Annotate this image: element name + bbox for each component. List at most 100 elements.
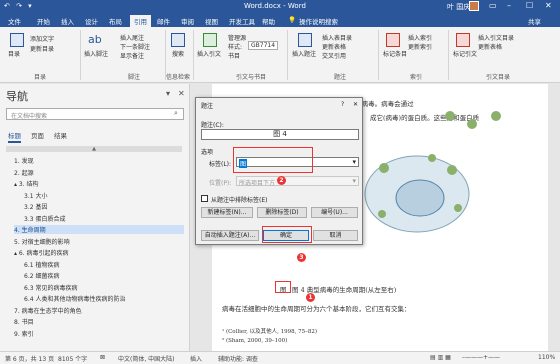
avatar[interactable] (469, 1, 479, 11)
cancel-button[interactable]: 取消 (313, 230, 358, 241)
tell-me-search[interactable]: 操作说明搜索 (299, 16, 338, 26)
position-select[interactable]: 所选项目下方 ▾ (236, 176, 359, 187)
quick-access-toolbar[interactable]: ↶ ↷ ▾ (4, 2, 34, 10)
numbering-button[interactable]: 编号(U)... (311, 207, 358, 218)
tab-file[interactable]: 文件 (8, 16, 21, 26)
insert-citation-icon[interactable] (203, 33, 217, 47)
autocaption-button[interactable]: 自动插入题注(A)... (201, 230, 259, 241)
nav-heading-item[interactable]: 6.1 植物疾病 (24, 260, 59, 269)
bibliography-button[interactable]: 书目 (228, 51, 240, 60)
tab-design[interactable]: 设计 (85, 16, 98, 26)
update-toc-button[interactable]: 更新目录 (30, 44, 54, 53)
add-text-button[interactable]: 添加文字 (30, 34, 54, 43)
next-footnote-button[interactable]: 下一条脚注 (120, 42, 150, 51)
nav-search-input[interactable]: 在文档中搜索 (6, 108, 184, 120)
mark-citation-icon[interactable] (456, 33, 470, 47)
zoom-level[interactable]: 110% (538, 354, 555, 361)
nav-heading-item[interactable]: 5. 对宿主细胞的影响 (14, 237, 70, 246)
toc-icon[interactable] (10, 33, 24, 47)
nav-heading-item[interactable]: 6.4 人类和其他动物病毒性疾病的防治 (24, 294, 125, 303)
new-label-button[interactable]: 新建标签(N)... (201, 207, 253, 218)
user-name[interactable]: 叶 国庆 (447, 2, 470, 12)
minimize-button[interactable]: – (507, 1, 511, 10)
tab-layout[interactable]: 布局 (109, 16, 122, 26)
group-label-captions: 题注 (334, 74, 347, 81)
nav-heading-item[interactable]: 2. 起源 (14, 168, 34, 177)
nav-tab-results[interactable]: 结果 (54, 130, 67, 140)
manage-sources-button[interactable]: 管理源 (228, 33, 246, 42)
nav-scroll-up[interactable]: ▲ (6, 146, 182, 152)
research-button[interactable]: 搜索 (172, 49, 184, 58)
nav-heading-item[interactable]: 6.3 常见的病毒疾病 (24, 283, 77, 292)
caption-input[interactable]: 图 4 (201, 129, 359, 140)
nav-heading-item[interactable]: 6.2 细菌疾病 (24, 271, 59, 280)
cross-reference-button[interactable]: 交叉引用 (322, 51, 346, 60)
annotation-box (233, 147, 313, 173)
insert-table-of-figures-button[interactable]: 插入表目录 (322, 33, 352, 42)
language[interactable]: 中文(简体, 中国大陆) (118, 354, 175, 363)
tab-view[interactable]: 视图 (205, 16, 218, 26)
page-count[interactable]: 第 6 页，共 13 页 (5, 354, 54, 363)
tab-help[interactable]: 帮助 (262, 16, 275, 26)
update-index-button[interactable]: 更新索引 (408, 42, 432, 51)
help-icon[interactable]: ? (341, 101, 344, 108)
show-notes-button[interactable]: 显示备注 (120, 51, 144, 60)
nav-heading-item[interactable]: 3.2 基因 (24, 202, 47, 211)
insert-caption-icon[interactable] (298, 33, 312, 47)
ribbon-display-icon[interactable]: ▭ (489, 1, 497, 10)
nav-heading-item[interactable]: ▴ 6. 病毒引起的疾病 (14, 248, 69, 257)
close-button[interactable]: ✕ (545, 1, 552, 10)
insert-index-button[interactable]: 插入索引 (408, 33, 432, 42)
tab-developer[interactable]: 开发工具 (229, 16, 255, 26)
style-select[interactable]: GB7714 (248, 41, 279, 50)
nav-heading-item[interactable]: 9. 索引 (14, 329, 34, 338)
zoom-slider[interactable]: –———+—— (462, 354, 500, 361)
nav-heading-item[interactable]: 7. 病毒在生态学中的角色 (14, 306, 82, 315)
toc-button[interactable]: 目录 (8, 49, 20, 58)
exclude-label-checkbox[interactable] (201, 195, 208, 202)
search-icon[interactable]: ⌕ (174, 109, 178, 118)
mark-entry-icon[interactable] (386, 33, 400, 47)
mark-citation-button[interactable]: 标记引文 (453, 49, 477, 58)
tab-mailings[interactable]: 邮件 (157, 16, 170, 26)
share-button[interactable]: 共享 (528, 16, 541, 26)
insert-toa-button[interactable]: 插入引文目录 (478, 33, 514, 42)
maximize-button[interactable]: ☐ (526, 1, 533, 10)
update-toa-button[interactable]: 更新表格 (478, 42, 502, 51)
tab-references[interactable]: 引用 (130, 15, 151, 27)
word-count[interactable]: 8105 个字 (58, 354, 87, 363)
insert-footnote-button[interactable]: 插入脚注 (84, 49, 108, 58)
title-bar: ↶ ↷ ▾ Word.docx - Word 叶 国庆 ▭ – ☐ ✕ (0, 0, 560, 13)
insert-mode[interactable]: 插入 (190, 354, 202, 363)
nav-heading-item[interactable]: 3.3 蛋白质合成 (24, 214, 65, 223)
nav-heading-item[interactable]: ▴ 3. 结构 (14, 179, 39, 188)
nav-heading-item[interactable]: 1. 发现 (14, 156, 34, 165)
search-icon[interactable] (171, 33, 185, 47)
nav-heading-item[interactable]: 3.1 大小 (24, 191, 47, 200)
tab-home[interactable]: 开始 (37, 16, 50, 26)
nav-heading-item[interactable]: 4. 生命周期 (14, 225, 184, 234)
nav-tab-headings[interactable]: 标题 (8, 130, 21, 143)
tab-insert[interactable]: 插入 (61, 16, 74, 26)
close-icon[interactable]: ✕ (353, 101, 358, 108)
proofing-icon[interactable]: ⊠ (100, 354, 105, 361)
group-label-citations: 引文与书目 (236, 74, 267, 81)
chevron-down-icon[interactable]: ▾ (166, 89, 170, 98)
footnote-icon[interactable]: ab (88, 33, 102, 46)
nav-heading-item[interactable]: 8. 书目 (14, 317, 34, 326)
position-field-label: 位置(P): (209, 180, 232, 187)
insert-caption-button[interactable]: 插入题注 (292, 49, 316, 58)
delete-label-button[interactable]: 删除标签(D) (257, 207, 307, 218)
tab-review[interactable]: 审阅 (181, 16, 194, 26)
virus-lifecycle-figure[interactable] (362, 148, 472, 234)
insert-endnote-button[interactable]: 插入尾注 (120, 33, 144, 42)
mark-entry-button[interactable]: 标记条目 (383, 49, 407, 58)
step-marker: 1 (306, 293, 315, 302)
close-icon[interactable]: ✕ (178, 89, 185, 98)
insert-citation-button[interactable]: 插入引文 (197, 49, 221, 58)
view-buttons[interactable]: ▤ ▥ ▦ (430, 354, 451, 361)
update-table-button[interactable]: 更新表格 (322, 42, 346, 51)
nav-tab-pages[interactable]: 页面 (31, 130, 44, 140)
exclude-label-text: 从题注中排除标签(E) (211, 197, 268, 204)
accessibility-status[interactable]: 辅助功能: 调查 (218, 354, 258, 363)
